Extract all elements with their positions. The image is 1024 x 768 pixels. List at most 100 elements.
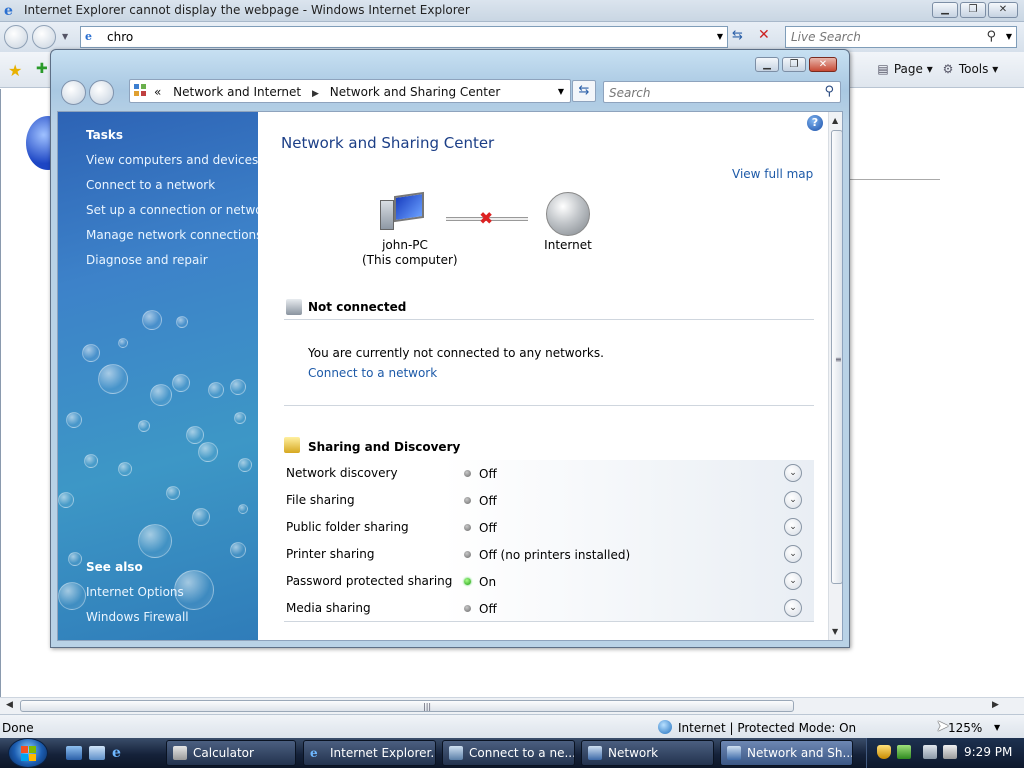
expand-file-sharing-button[interactable]: ⌄ <box>784 491 802 509</box>
network-sharing-center-window[interactable]: ▁ ❐ ✕ ▼ « Network and Internet ▶ Network… <box>50 49 850 648</box>
start-button[interactable] <box>8 738 48 768</box>
expand-network-discovery-button[interactable]: ⌄ <box>784 464 802 482</box>
internet-label: Internet <box>544 238 592 252</box>
task-view-computers[interactable]: View computers and devices <box>86 153 258 167</box>
security-zone-text[interactable]: Internet | Protected Mode: On <box>678 721 856 735</box>
decorative-bubble <box>186 426 204 444</box>
breadcrumb-overflow[interactable]: « <box>154 85 161 99</box>
ie-scroll-thumb[interactable]: ||| <box>20 700 794 712</box>
volume-icon[interactable] <box>943 745 957 759</box>
decorative-bubble <box>234 412 246 424</box>
decorative-bubble <box>230 542 246 558</box>
computer-icon[interactable] <box>380 191 428 234</box>
taskbar-button-connect-to-network[interactable]: Connect to a ne... <box>442 740 575 766</box>
scroll-down-icon[interactable]: ▼ <box>832 627 838 636</box>
share-label: Public folder sharing <box>286 520 409 534</box>
ie-close-button[interactable]: ✕ <box>988 2 1018 18</box>
nsc-address-bar[interactable]: « Network and Internet ▶ Network and Sha… <box>129 79 571 103</box>
ie-quicklaunch-icon[interactable]: e <box>112 746 128 760</box>
help-icon[interactable]: ? <box>807 115 823 131</box>
ie-minimize-button[interactable]: ▁ <box>932 2 958 18</box>
see-also-windows-firewall[interactable]: Windows Firewall <box>86 610 189 624</box>
decorative-bubble <box>150 384 172 406</box>
task-manage-connections[interactable]: Manage network connections <box>86 228 258 242</box>
nsc-maximize-button[interactable]: ❐ <box>782 57 806 72</box>
taskbar-button-network[interactable]: Network <box>581 740 714 766</box>
task-connect-to-network[interactable]: Connect to a network <box>86 178 215 192</box>
expand-password-protected-sharing-button[interactable]: ⌄ <box>784 572 802 590</box>
task-diagnose-repair[interactable]: Diagnose and repair <box>86 253 208 267</box>
show-desktop-icon[interactable] <box>66 746 82 760</box>
nsc-vertical-scrollbar[interactable]: ▲ ≡ ▼ <box>828 112 842 640</box>
taskbar-button-calculator[interactable]: Calculator <box>166 740 296 766</box>
taskbar-button-internet-explorer[interactable]: e Internet Explorer... <box>303 740 436 766</box>
expand-media-sharing-button[interactable]: ⌄ <box>784 599 802 617</box>
nsc-content-area: Tasks View computers and devices Connect… <box>57 111 843 641</box>
favorites-star-icon[interactable]: ★ <box>8 61 22 80</box>
zoom-dropdown-icon[interactable]: ▼ <box>994 723 1000 732</box>
ie-history-dropdown-icon[interactable]: ▼ <box>62 32 68 41</box>
ie-forward-button[interactable] <box>32 25 56 49</box>
breadcrumb-network-and-internet[interactable]: Network and Internet <box>173 85 301 99</box>
ie-stop-icon[interactable]: ✕ <box>758 27 770 43</box>
nsc-forward-button[interactable] <box>89 80 114 105</box>
see-also-internet-options[interactable]: Internet Options <box>86 585 184 599</box>
internet-globe-icon[interactable] <box>546 192 590 236</box>
breadcrumb-arrow-icon[interactable]: ▶ <box>312 89 319 99</box>
nsc-search-input[interactable]: Search ⚲ <box>603 81 841 103</box>
ie-search-placeholder: Live Search <box>791 30 861 44</box>
nsc-close-button[interactable]: ✕ <box>809 57 837 72</box>
control-panel-icon <box>727 746 741 760</box>
network-disconnected-icon[interactable] <box>923 745 937 759</box>
breadcrumb-network-sharing-center[interactable]: Network and Sharing Center <box>330 85 501 99</box>
nsc-back-button[interactable] <box>61 80 86 105</box>
search-dropdown-icon[interactable]: ▼ <box>1006 32 1012 41</box>
control-panel-icon <box>134 84 148 98</box>
ie-horizontal-scrollbar[interactable]: ◀ ||| ▶ <box>0 697 1024 714</box>
connect-to-network-link[interactable]: Connect to a network <box>308 366 437 380</box>
decorative-bubble <box>208 382 224 398</box>
section-divider <box>284 319 814 320</box>
add-favorite-icon[interactable]: ✚ <box>36 61 48 77</box>
windows-defender-icon[interactable] <box>897 745 911 759</box>
security-shield-icon[interactable] <box>877 745 891 759</box>
ie-search-input[interactable]: Live Search ⚲ ▼ <box>785 26 1017 48</box>
page-title: Network and Sharing Center <box>281 134 495 152</box>
scroll-left-icon[interactable]: ◀ <box>6 700 13 710</box>
disconnected-x-icon[interactable]: ✖ <box>479 209 493 229</box>
nsc-search-placeholder: Search <box>609 86 651 100</box>
view-full-map-link[interactable]: View full map <box>732 167 813 181</box>
address-dropdown-icon[interactable]: ▼ <box>558 87 564 96</box>
nsc-minimize-button[interactable]: ▁ <box>755 57 779 72</box>
search-icon[interactable]: ⚲ <box>986 29 996 44</box>
ie-refresh-icon[interactable]: ⇆ <box>732 28 743 43</box>
page-menu-button[interactable]: ▤ Page ▾ <box>876 62 932 76</box>
scroll-right-icon[interactable]: ▶ <box>992 700 999 710</box>
expand-printer-sharing-button[interactable]: ⌄ <box>784 545 802 563</box>
ie-address-bar[interactable]: e chro ▼ <box>80 26 728 48</box>
scroll-up-icon[interactable]: ▲ <box>832 116 838 125</box>
ie-title-bar[interactable]: e Internet Explorer cannot display the w… <box>0 0 1024 22</box>
tasks-sidebar: Tasks View computers and devices Connect… <box>58 112 258 640</box>
nsc-scroll-thumb[interactable]: ≡ <box>831 130 842 584</box>
grip-icon: ||| <box>423 702 432 711</box>
nsc-refresh-button[interactable]: ⇆ <box>572 80 596 102</box>
zoom-level[interactable]: 125% <box>948 721 982 735</box>
not-connected-title: Not connected <box>308 300 407 314</box>
address-dropdown-icon[interactable]: ▼ <box>717 32 723 41</box>
ie-maximize-button[interactable]: ❐ <box>960 2 986 18</box>
task-set-up-connection[interactable]: Set up a connection or network <box>86 203 258 217</box>
clock[interactable]: 9:29 PM <box>964 745 1012 759</box>
tools-menu-button[interactable]: ⚙ Tools ▾ <box>941 62 999 76</box>
search-icon[interactable]: ⚲ <box>824 84 834 99</box>
switch-windows-icon[interactable] <box>89 746 105 760</box>
sharing-table: Network discovery Off ⌄ File sharing Off… <box>284 460 814 622</box>
share-row-media-sharing: Media sharing Off ⌄ <box>284 595 814 622</box>
status-on-icon <box>464 578 471 585</box>
ie-logo-icon: e <box>4 3 13 19</box>
ie-back-button[interactable] <box>4 25 28 49</box>
status-off-icon <box>464 551 471 558</box>
expand-public-folder-sharing-button[interactable]: ⌄ <box>784 518 802 536</box>
decorative-bubble <box>192 508 210 526</box>
taskbar-button-network-sharing-center[interactable]: Network and Sh... <box>720 740 853 766</box>
